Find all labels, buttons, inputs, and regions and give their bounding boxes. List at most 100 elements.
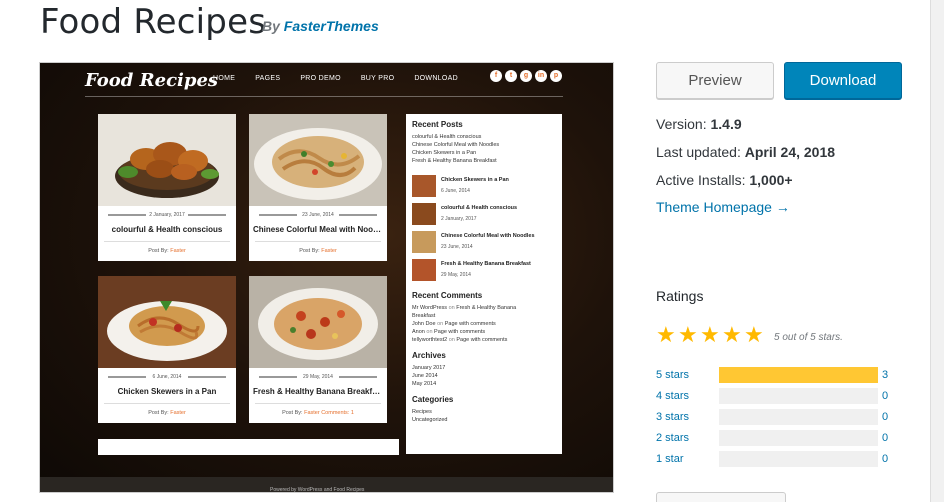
star-rating: ★ ★ ★ ★ ★: [656, 324, 766, 346]
add-review-button[interactable]: [656, 492, 786, 502]
rating-row[interactable]: 2 stars 0: [656, 430, 896, 446]
comment-on: on: [426, 329, 433, 335]
version-value: 1.4.9: [710, 116, 742, 132]
rating-count[interactable]: 3: [882, 369, 888, 381]
recent-post-link: Fresh & Healthy Banana Breakfast: [412, 158, 497, 164]
rating-label[interactable]: 2 stars: [656, 432, 689, 444]
sidebar-thumb-post: colourful & Health conscious 2 January, …: [412, 203, 556, 225]
post-meta-prefix: Post By:: [299, 248, 320, 254]
post-date: 23 June, 2014: [249, 212, 387, 218]
stars-note: 5 out of 5 stars.: [774, 332, 843, 343]
post-date: 2 January, 2017: [98, 212, 236, 218]
theme-homepage-link[interactable]: Theme Homepage →: [656, 199, 790, 215]
post-meta-prefix: Post By:: [282, 410, 303, 416]
sidebar-thumb-post: Fresh & Healthy Banana Breakfast 29 May,…: [412, 259, 556, 281]
theme-details-page: Food Recipes By FasterThemes Food Recipe…: [0, 0, 944, 502]
theme-author-line: By FasterThemes: [262, 18, 379, 34]
sidebar-thumb-date: 29 May, 2014: [441, 272, 471, 278]
post-author: Faster: [304, 410, 320, 416]
scrollbar-track[interactable]: [930, 0, 944, 502]
recent-comment: Mr WordPress on Fresh & Healthy Banana: [412, 304, 556, 312]
last-updated-label: Last updated:: [656, 144, 741, 160]
spaghetti-image: [98, 276, 236, 368]
google-plus-icon: g: [520, 70, 532, 82]
comment-author: John Doe: [412, 321, 436, 327]
screenshot-pagination-box: [98, 439, 399, 455]
recent-post-link: Chinese Colorful Meal with Noodles: [412, 142, 500, 148]
screenshot-menu-item: PRO DEMO: [300, 75, 341, 82]
post-author: Faster: [170, 248, 186, 254]
rating-count[interactable]: 0: [882, 390, 888, 402]
screenshot-nav: Food Recipes HOME PAGES PRO DEMO BUY PRO…: [40, 63, 613, 97]
rating-row[interactable]: 3 stars 0: [656, 409, 896, 425]
post-meta-prefix: Post By:: [148, 248, 169, 254]
rating-label[interactable]: 5 stars: [656, 369, 689, 381]
star-icon: ★: [700, 322, 720, 347]
comment-on: on: [448, 337, 455, 343]
rating-label[interactable]: 3 stars: [656, 411, 689, 423]
comment-post: Page with comments: [434, 329, 486, 335]
screenshot-menu: HOME PAGES PRO DEMO BUY PRO DOWNLOAD: [213, 75, 478, 82]
ratings-heading: Ratings: [656, 288, 704, 304]
recent-comment: Anon on Page with comments: [412, 328, 556, 336]
rating-count[interactable]: 0: [882, 453, 888, 465]
screenshot-menu-item: DOWNLOAD: [414, 75, 458, 82]
archive-link: January 2017: [412, 365, 446, 371]
star-icon: ★: [656, 322, 676, 347]
sidebar-thumb-post: Chicken Skewers in a Pan 6 June, 2014: [412, 175, 556, 197]
screenshot-menu-item: PAGES: [255, 75, 281, 82]
rating-label[interactable]: 4 stars: [656, 390, 689, 402]
preview-button[interactable]: Preview: [656, 62, 774, 99]
screenshot-post-card: 23 June, 2014 Chinese Colorful Meal with…: [249, 114, 387, 261]
rating-label[interactable]: 1 star: [656, 453, 684, 465]
noodle-meal-image: [249, 114, 387, 206]
post-date: 29 May, 2014: [249, 374, 387, 380]
download-button[interactable]: Download: [784, 62, 902, 99]
post-meta: Post By: Faster Comments: 1: [249, 410, 387, 423]
rating-row[interactable]: 5 stars 3: [656, 367, 896, 383]
post-author: Faster: [321, 248, 337, 254]
recent-posts-heading: Recent Posts: [412, 120, 463, 129]
rating-row[interactable]: 4 stars 0: [656, 388, 896, 404]
post-title: Fresh & Healthy Banana Breakfast: [253, 387, 384, 396]
sidebar-thumb-image: [412, 175, 436, 197]
active-installs-label: Active Installs:: [656, 172, 746, 188]
sidebar-thumb-image: [412, 259, 436, 281]
star-icon: ★: [744, 322, 764, 347]
rating-bar: [719, 451, 878, 467]
recent-comment: Breakfast: [412, 312, 556, 320]
archives-section: Archives January 2017 June 2014 May 2014: [412, 351, 556, 388]
comment-author: Anon: [412, 329, 425, 335]
star-icon: ★: [722, 322, 742, 347]
recent-post-link: colourful & Health conscious: [412, 134, 482, 140]
rating-count[interactable]: 0: [882, 411, 888, 423]
theme-screenshot: Food Recipes HOME PAGES PRO DEMO BUY PRO…: [39, 62, 614, 493]
screenshot-logo-text: Food Recipes: [85, 70, 219, 91]
rating-row[interactable]: 1 star 0: [656, 451, 896, 467]
post-divider: [104, 241, 230, 242]
active-installs-info: Active Installs: 1,000+: [656, 172, 793, 188]
post-author: Faster: [170, 410, 186, 416]
post-divider: [255, 241, 381, 242]
categories-section: Categories Recipes Uncategorized: [412, 395, 556, 424]
screenshot-footer: Powered by WordPress and Food Recipes: [40, 477, 613, 492]
sidebar-thumb-image: [412, 231, 436, 253]
twitter-icon: t: [505, 70, 517, 82]
screenshot-logo: Food Recipes: [85, 70, 218, 91]
post-meta: Post By: Faster: [98, 248, 236, 261]
sidebar-thumb-date: 23 June, 2014: [441, 244, 473, 250]
comment-on: on: [448, 305, 455, 311]
version-info: Version: 1.4.9: [656, 116, 742, 132]
star-icon: ★: [678, 322, 698, 347]
screenshot-menu-item: BUY PRO: [360, 75, 395, 82]
sidebar-thumb-title: Chinese Colorful Meal with Noodles: [441, 233, 535, 239]
theme-title: Food Recipes: [40, 2, 267, 42]
rating-bar-fill: [719, 367, 878, 383]
category-link: Uncategorized: [412, 417, 448, 423]
recent-comments-heading: Recent Comments: [412, 291, 483, 300]
active-installs-value: 1,000+: [749, 172, 793, 188]
comment-post: Page with comments: [444, 321, 496, 327]
rating-count[interactable]: 0: [882, 432, 888, 444]
sidebar-thumb-title: Fresh & Healthy Banana Breakfast: [441, 261, 531, 267]
author-link[interactable]: FasterThemes: [284, 18, 379, 34]
